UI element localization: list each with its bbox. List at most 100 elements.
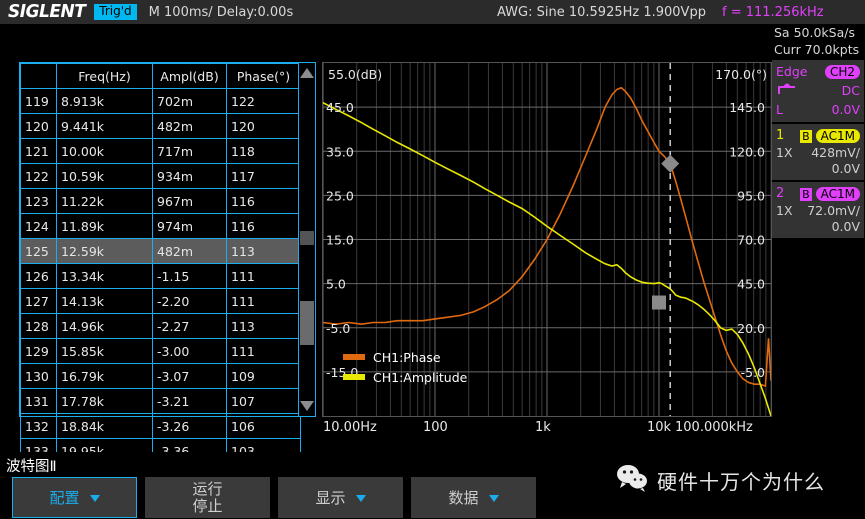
x-axis-tick: 10.00Hz xyxy=(323,420,377,435)
col-phase: Phase(°) xyxy=(227,64,301,89)
channel-1-scale[interactable]: 428mV/ xyxy=(811,145,860,160)
table-row[interactable]: 13016.79k-3.07109 xyxy=(21,364,301,389)
row-frequency: 14.96k xyxy=(57,314,153,339)
table-row[interactable]: 12411.89k974m116 xyxy=(21,214,301,239)
row-frequency: 16.79k xyxy=(57,364,153,389)
scrollbar-marker xyxy=(300,231,314,245)
trigger-type-label: Edge xyxy=(776,64,807,79)
table-row[interactable]: 12915.85k-3.00111 xyxy=(21,339,301,364)
row-phase: 111 xyxy=(227,289,301,314)
row-index: 129 xyxy=(21,339,57,364)
channel-1-coupling-badge[interactable]: AC1M xyxy=(816,129,860,143)
bode-plot[interactable]: 55.0(dB)170.0(°)45.035.025.015.05.0-5.0-… xyxy=(322,62,772,417)
scroll-down-icon[interactable] xyxy=(299,396,315,416)
row-phase: 120 xyxy=(227,114,301,139)
row-frequency: 11.89k xyxy=(57,214,153,239)
run-stop-button[interactable]: 运行 停止 xyxy=(145,477,270,518)
channel-2-coupling-badge[interactable]: AC1M xyxy=(816,187,860,201)
row-amplitude: 934m xyxy=(153,164,227,189)
channel-1-number: 1 xyxy=(776,128,784,143)
row-frequency: 8.913k xyxy=(57,89,153,114)
col-ampl: Ampl(dB) xyxy=(153,64,227,89)
channel-2-panel[interactable]: 2 B AC1M 1X 72.0mV/ 0.0V xyxy=(772,182,864,238)
row-frequency: 9.441k xyxy=(57,114,153,139)
row-index: 126 xyxy=(21,264,57,289)
trigger-level-value[interactable]: 0.0V xyxy=(832,102,860,117)
legend-label: CH1:Phase xyxy=(373,350,441,365)
table-row[interactable]: 1209.441k482m120 xyxy=(21,114,301,139)
channel-2-number: 2 xyxy=(776,186,784,201)
bode-plot-svg: 55.0(dB)170.0(°)45.035.025.015.05.0-5.0-… xyxy=(323,63,771,416)
row-index: 127 xyxy=(21,289,57,314)
channel-2-offset[interactable]: 0.0V xyxy=(832,219,860,234)
row-amplitude: 967m xyxy=(153,189,227,214)
chevron-down-icon xyxy=(489,495,499,502)
bode-data-table[interactable]: Freq(Hz) Ampl(dB) Phase(°) 1198.913k702m… xyxy=(19,62,316,417)
row-amplitude: 974m xyxy=(153,214,227,239)
table-header-row: Freq(Hz) Ampl(dB) Phase(°) xyxy=(21,64,301,89)
row-phase: 109 xyxy=(227,364,301,389)
config-button[interactable]: 配置 xyxy=(12,477,137,518)
row-amplitude: 717m xyxy=(153,139,227,164)
table-row[interactable]: 13117.78k-3.21107 xyxy=(21,389,301,414)
table-row[interactable]: 12714.13k-2.20111 xyxy=(21,289,301,314)
right-axis-tick: 120.0 xyxy=(729,144,765,159)
row-frequency: 10.00k xyxy=(57,139,153,164)
table-row[interactable]: 12512.59k482m113 xyxy=(21,239,301,264)
config-button-label: 配置 xyxy=(49,487,79,508)
row-phase: 107 xyxy=(227,389,301,414)
table-row[interactable]: 12210.59k934m117 xyxy=(21,164,301,189)
right-axis-tick: 70.0 xyxy=(737,233,765,248)
col-index xyxy=(21,64,57,89)
trigger-level-tag: L xyxy=(776,102,783,117)
table-scrollbar[interactable] xyxy=(298,63,315,416)
row-phase: 106 xyxy=(227,414,301,439)
row-phase: 116 xyxy=(227,189,301,214)
row-index: 123 xyxy=(21,189,57,214)
trigger-source-badge[interactable]: CH2 xyxy=(825,65,860,79)
row-phase: 117 xyxy=(227,164,301,189)
chevron-down-icon xyxy=(90,495,100,502)
data-button-label: 数据 xyxy=(448,487,478,508)
table-row[interactable]: 12613.34k-1.15111 xyxy=(21,264,301,289)
row-frequency: 13.34k xyxy=(57,264,153,289)
left-axis-title: 55.0(dB) xyxy=(328,67,382,82)
chevron-down-icon xyxy=(356,495,366,502)
row-frequency: 12.59k xyxy=(57,239,153,264)
trigger-coupling-label: DC xyxy=(842,83,860,98)
row-index: 122 xyxy=(21,164,57,189)
scrollbar-thumb[interactable] xyxy=(300,301,314,345)
frequency-counter-readout: f = 111.256kHz xyxy=(722,5,824,20)
timebase-readout[interactable]: M 100ms/ Delay:0.00s xyxy=(149,5,294,20)
row-amplitude: -3.21 xyxy=(153,389,227,414)
channel-1-offset[interactable]: 0.0V xyxy=(832,161,860,176)
row-frequency: 10.59k xyxy=(57,164,153,189)
left-axis-tick: 45.0 xyxy=(326,100,354,115)
channel-1-bandwidth-icon[interactable]: B xyxy=(800,130,812,143)
table-row[interactable]: 12110.00k717m118 xyxy=(21,139,301,164)
channel-2-probe: 1X xyxy=(776,203,793,219)
data-button[interactable]: 数据 xyxy=(411,477,536,518)
table-row[interactable]: 13218.84k-3.26106 xyxy=(21,414,301,439)
left-axis-tick: 25.0 xyxy=(326,188,354,203)
trigger-panel[interactable]: Edge CH2 DC L 0.0V xyxy=(772,60,864,122)
legend-swatch xyxy=(343,354,365,360)
table-row[interactable]: 12814.96k-2.27113 xyxy=(21,314,301,339)
table-row[interactable]: 12311.22k967m116 xyxy=(21,189,301,214)
right-axis-title: 170.0(°) xyxy=(715,67,767,82)
channel-2-bandwidth-icon[interactable]: B xyxy=(800,188,812,201)
channel-2-scale[interactable]: 72.0mV/ xyxy=(807,203,860,218)
trigger-status-badge[interactable]: Trig'd xyxy=(94,4,136,20)
row-frequency: 14.13k xyxy=(57,289,153,314)
channel-1-panel[interactable]: 1 B AC1M 1X 428mV/ 0.0V xyxy=(772,124,864,180)
left-axis-tick: 5.0 xyxy=(326,277,346,292)
awg-readout[interactable]: AWG: Sine 10.5925Hz 1.900Vpp xyxy=(497,5,706,20)
legend-label: CH1:Amplitude xyxy=(373,370,468,385)
row-index: 121 xyxy=(21,139,57,164)
stop-label: 停止 xyxy=(192,498,222,515)
legend-swatch xyxy=(343,374,365,380)
display-button[interactable]: 显示 xyxy=(278,477,403,518)
table-row[interactable]: 1198.913k702m122 xyxy=(21,89,301,114)
row-amplitude: 702m xyxy=(153,89,227,114)
scroll-up-icon[interactable] xyxy=(299,63,315,83)
